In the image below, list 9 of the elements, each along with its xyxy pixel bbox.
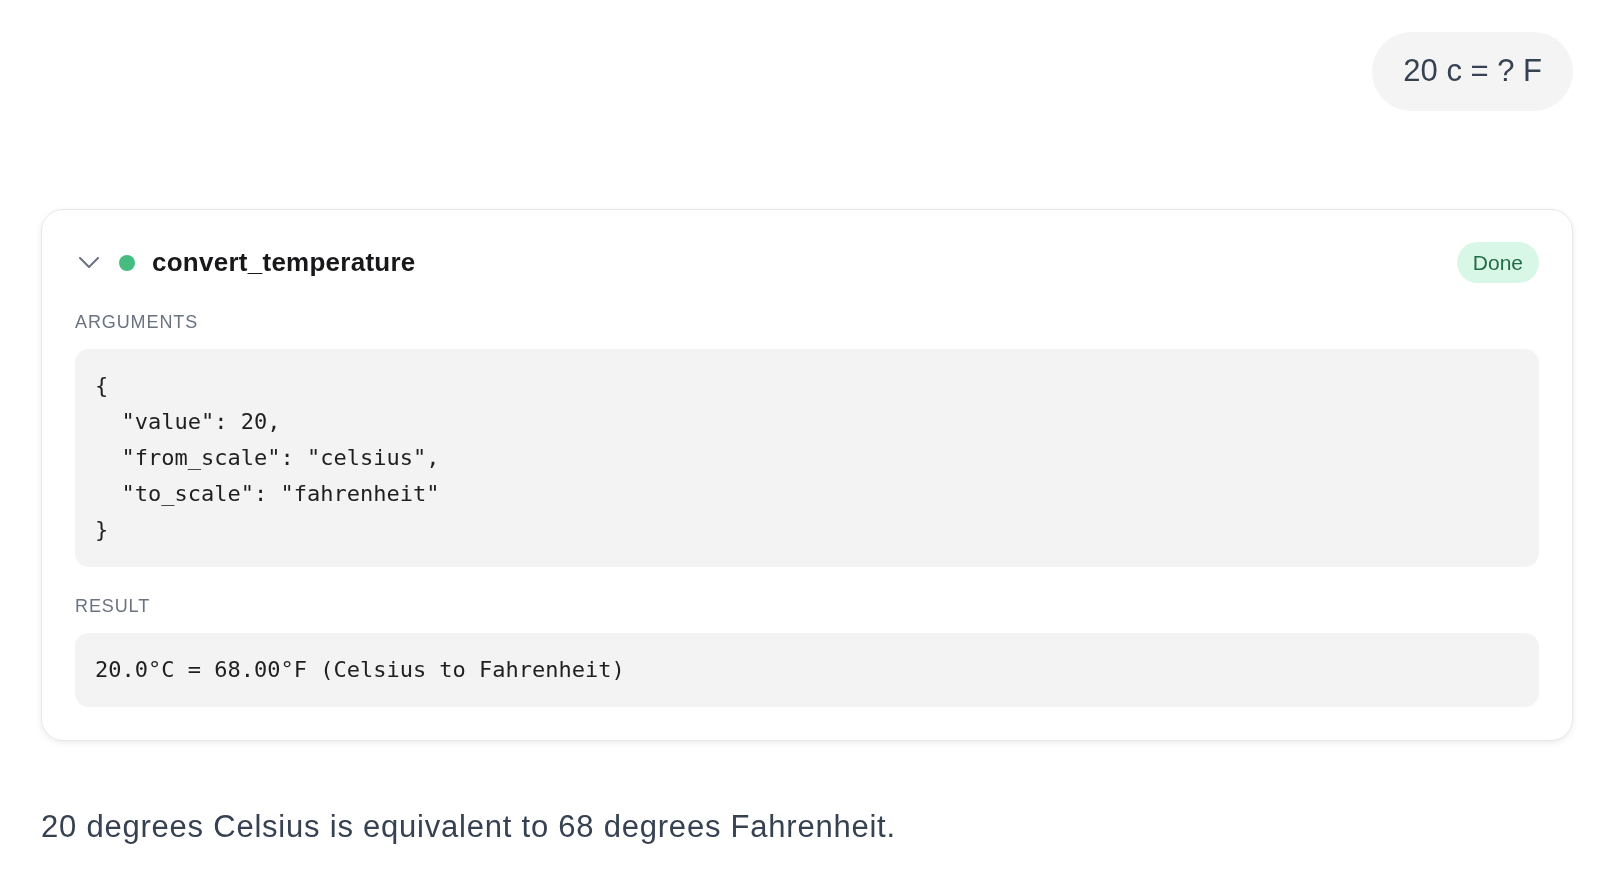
assistant-message: 20 degrees Celsius is equivalent to 68 degrees Fahrenheit. xyxy=(41,808,897,846)
code-block: 20.0°C = 68.00°F (Celsius to Fahrenheit) xyxy=(75,633,1539,707)
user-message-bubble: 20 c = ? F xyxy=(1372,32,1573,111)
code-block: { "value": 20, "from_scale": "celsius", "to_scale": "fahrenheit" } xyxy=(75,349,1539,567)
status-badge: Done xyxy=(1456,242,1539,283)
chevron-icon[interactable] xyxy=(79,257,99,268)
section-label: ARGUMENTS xyxy=(75,311,200,334)
section-label: RESULT xyxy=(75,595,152,618)
tool-name: convert_temperature xyxy=(152,246,416,279)
